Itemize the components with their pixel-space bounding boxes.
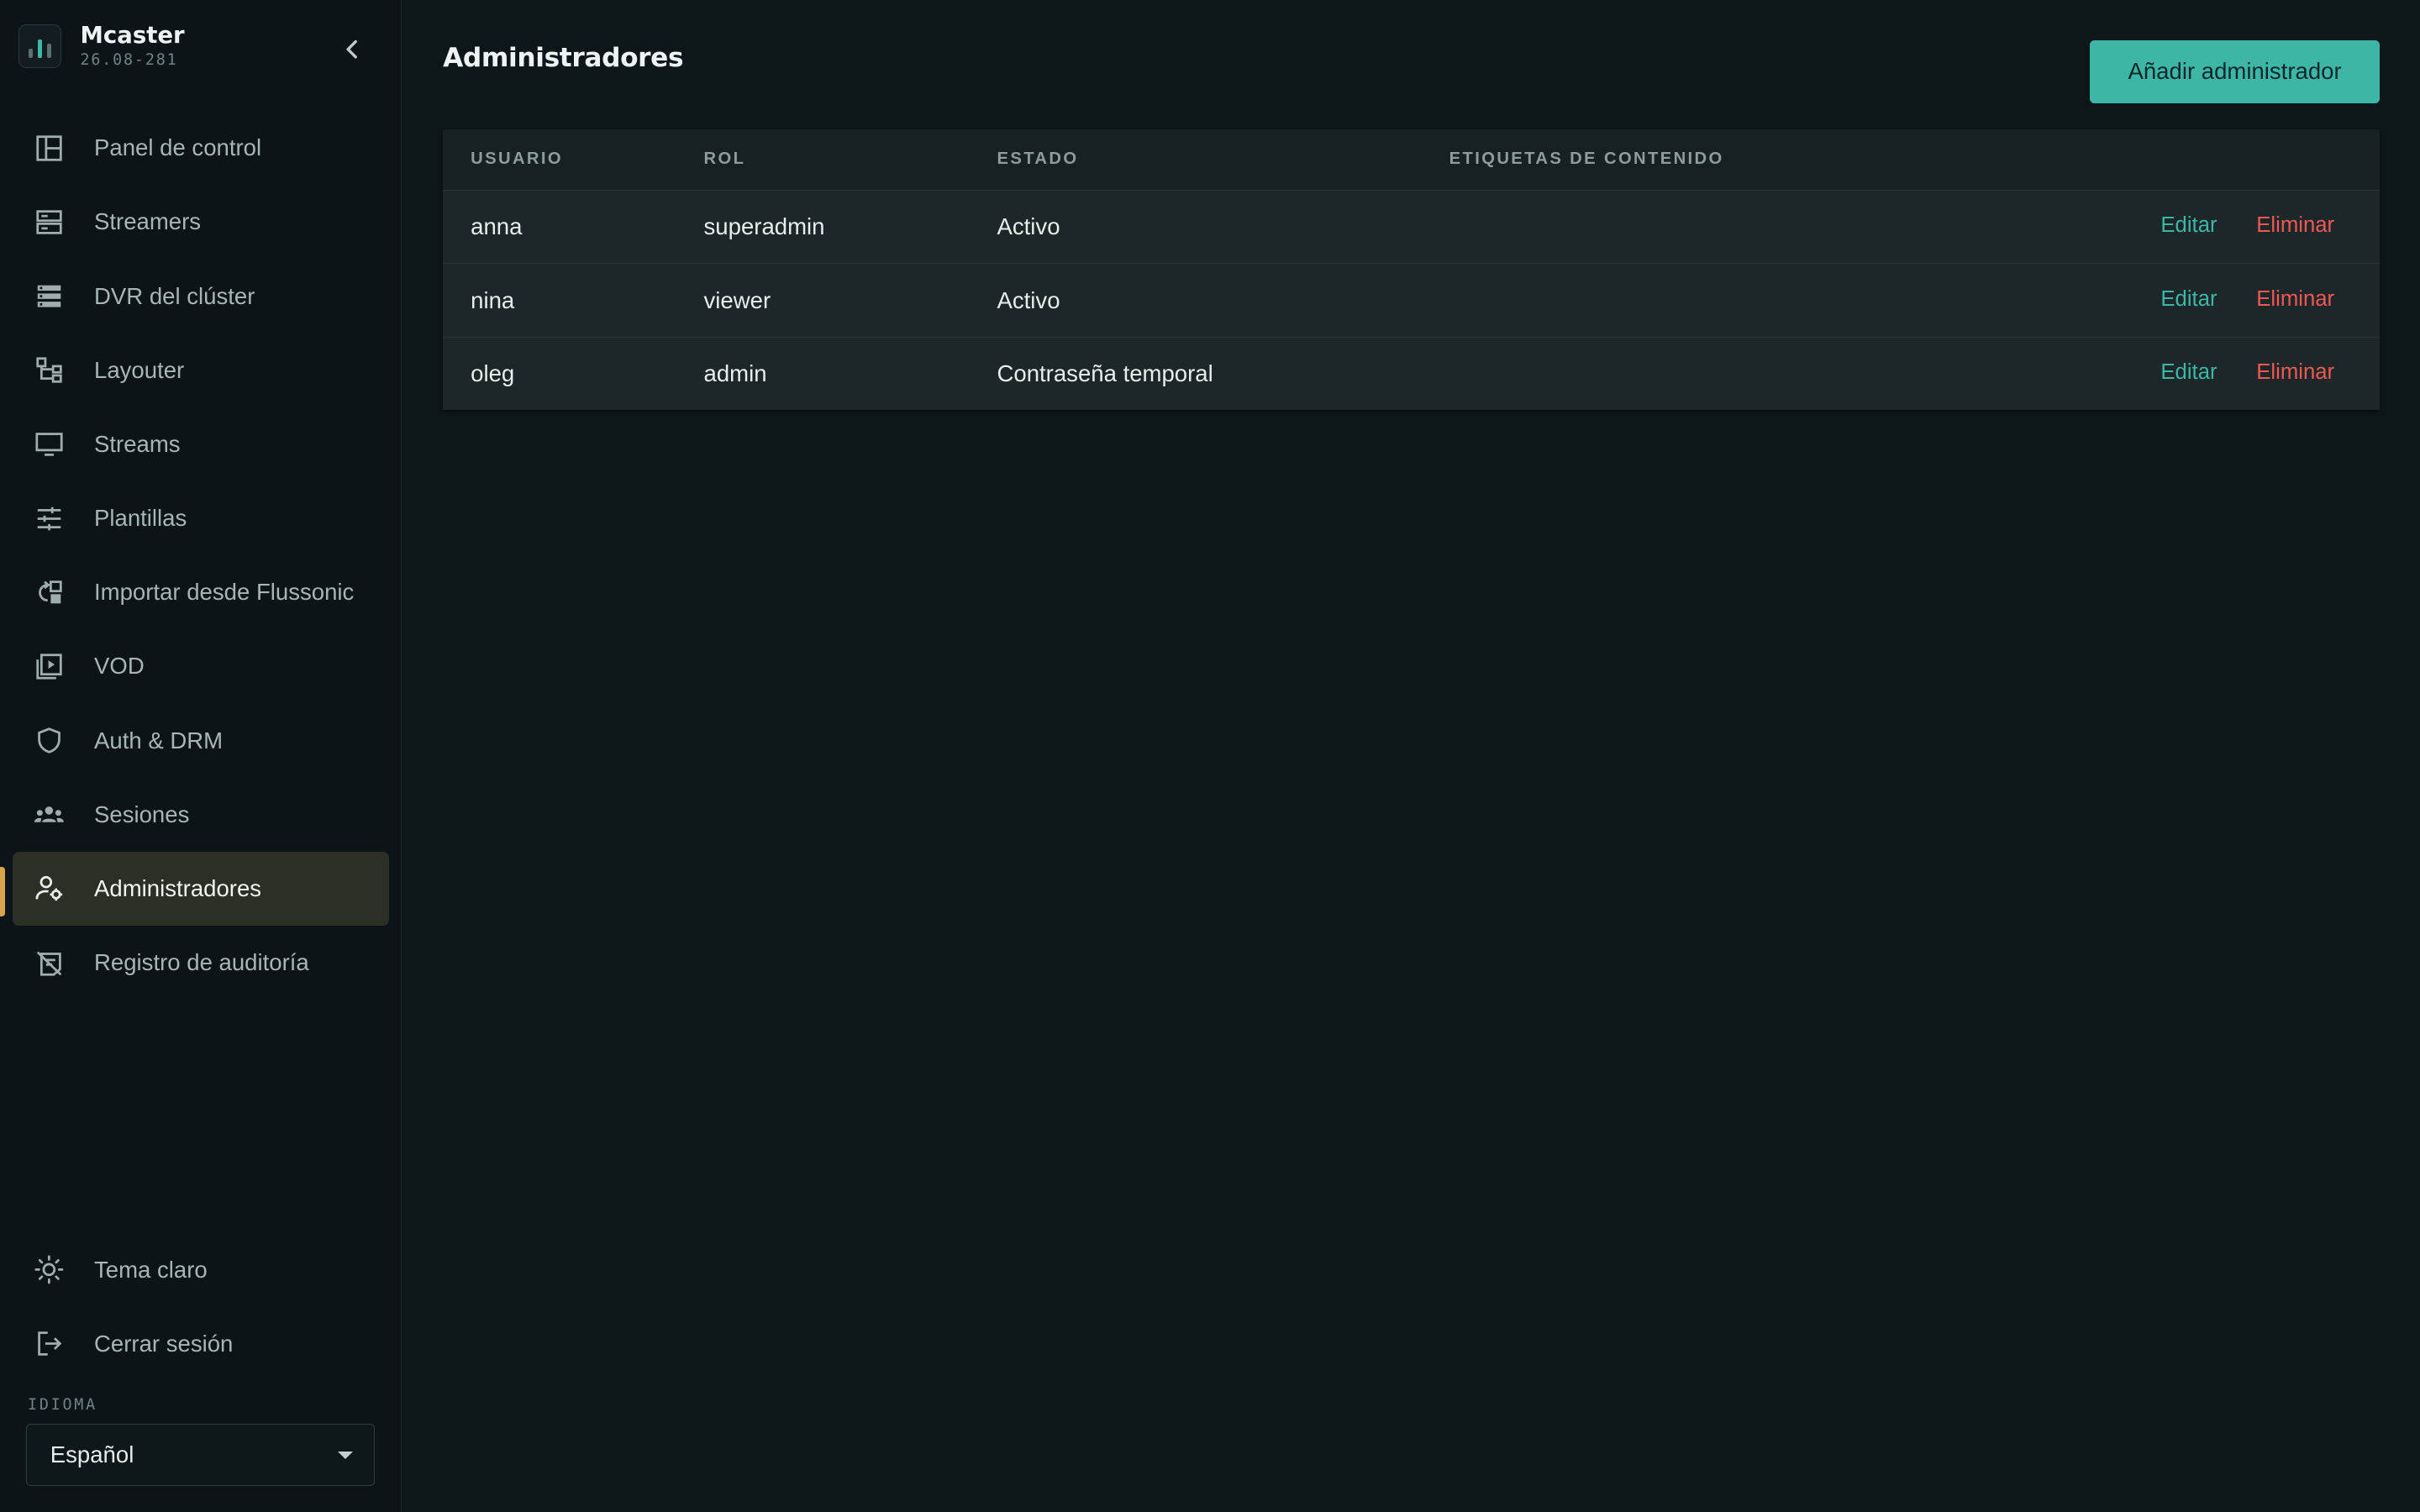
sun-icon <box>34 1254 65 1285</box>
import-icon <box>34 577 65 608</box>
user-gear-icon <box>34 874 65 905</box>
video-library-icon <box>34 651 65 682</box>
sidebar-item-layouter[interactable]: Layouter <box>13 333 389 407</box>
logout-button[interactable]: Cerrar sesión <box>13 1307 389 1381</box>
delete-button[interactable]: Eliminar <box>2256 360 2334 385</box>
collapse-sidebar-button[interactable] <box>334 31 371 68</box>
edit-button[interactable]: Editar <box>2160 360 2217 385</box>
table-row: anna superadmin Activo Editar Eliminar <box>443 190 2381 265</box>
edit-button[interactable]: Editar <box>2160 287 2217 312</box>
app-name: Mcaster <box>80 21 185 49</box>
language-label: IDIOMA <box>28 1396 97 1415</box>
app-root: Mcaster 26.08-281 Panel de control Strea… <box>0 0 2420 1512</box>
shield-icon <box>34 725 65 756</box>
server-icon <box>34 207 65 238</box>
sidebar-item-label: Sesiones <box>94 801 190 827</box>
sidebar-item-streamers[interactable]: Streamers <box>13 185 389 259</box>
theme-toggle-button[interactable]: Tema claro <box>13 1233 389 1307</box>
brand: Mcaster 26.08-281 <box>18 22 185 71</box>
monitor-icon <box>34 429 65 460</box>
brand-text: Mcaster 26.08-281 <box>80 22 184 71</box>
audit-icon <box>34 948 65 979</box>
cell-role: admin <box>703 360 767 387</box>
table-row: nina viewer Activo Editar Eliminar <box>443 264 2381 338</box>
logout-icon <box>34 1328 65 1359</box>
sidebar-item-label: Plantillas <box>94 505 187 532</box>
sidebar-item-label: VOD <box>94 653 145 680</box>
language-select[interactable]: Español <box>26 1424 376 1486</box>
active-nav-marker <box>0 867 5 916</box>
sidebar-item-label: Auth & DRM <box>94 727 224 753</box>
sidebar-item-label: Streams <box>94 430 181 457</box>
language-select-value: Español <box>50 1441 134 1468</box>
column-header-rol: ROL <box>703 150 746 169</box>
cell-status: Contraseña temporal <box>997 360 1213 387</box>
cell-role: viewer <box>703 286 771 313</box>
sidebar-item-label: Registro de auditoría <box>94 949 309 976</box>
sidebar-bottom-nav: Tema claro Cerrar sesión <box>13 1233 389 1381</box>
delete-button[interactable]: Eliminar <box>2256 213 2334 238</box>
sidebar-item-label: Streamers <box>94 208 202 235</box>
delete-button[interactable]: Eliminar <box>2256 287 2334 312</box>
cell-user: nina <box>471 286 515 313</box>
sidebar-item-registro-de-auditoria[interactable]: Registro de auditoría <box>13 926 389 1000</box>
table-header: USUARIO ROL ESTADO ETIQUETAS DE CONTENID… <box>443 129 2381 191</box>
sidebar-item-plantillas[interactable]: Plantillas <box>13 481 389 555</box>
users-icon <box>34 799 65 830</box>
caret-down-icon <box>337 1451 353 1459</box>
sidebar-item-label: Panel de control <box>94 134 262 161</box>
column-header-etiquetas: ETIQUETAS DE CONTENIDO <box>1449 150 1724 169</box>
sidebar-item-label: Cerrar sesión <box>94 1330 234 1357</box>
add-admin-button[interactable]: Añadir administrador <box>2089 39 2381 104</box>
cell-status: Activo <box>997 213 1060 240</box>
cell-role: superadmin <box>703 213 825 240</box>
sidebar-item-panel-de-control[interactable]: Panel de control <box>13 111 389 185</box>
sidebar-item-label: Importar desde Flussonic <box>94 579 355 606</box>
chevron-left-icon <box>346 39 358 59</box>
page-title: Administradores <box>443 43 684 74</box>
sidebar: Mcaster 26.08-281 Panel de control Strea… <box>0 0 402 1512</box>
layout-tree-icon <box>34 354 65 386</box>
storage-icon <box>34 281 65 312</box>
sidebar-nav: Panel de control Streamers DVR del clúst… <box>12 111 389 1000</box>
sliders-icon <box>34 503 65 534</box>
logo-icon <box>18 24 62 68</box>
cell-status: Activo <box>997 286 1060 313</box>
app-version: 26.08-281 <box>80 50 178 69</box>
main-content: Administradores Añadir administrador USU… <box>402 0 2420 1512</box>
edit-button[interactable]: Editar <box>2160 213 2217 238</box>
column-header-usuario: USUARIO <box>471 150 563 169</box>
sidebar-item-dvr-del-cluster[interactable]: DVR del clúster <box>13 260 389 333</box>
admins-table: USUARIO ROL ESTADO ETIQUETAS DE CONTENID… <box>443 129 2381 410</box>
table-row: oleg admin Contraseña temporal Editar El… <box>443 337 2381 410</box>
sidebar-item-auth-drm[interactable]: Auth & DRM <box>13 703 389 777</box>
sidebar-item-label: Tema claro <box>94 1256 208 1283</box>
sidebar-item-streams[interactable]: Streams <box>13 407 389 481</box>
sidebar-item-sesiones[interactable]: Sesiones <box>13 778 389 852</box>
sidebar-item-vod[interactable]: VOD <box>13 629 389 703</box>
sidebar-item-importar-desde-flussonic[interactable]: Importar desde Flussonic <box>13 555 389 629</box>
sidebar-item-label: Administradores <box>94 874 262 901</box>
sidebar-item-label: DVR del clúster <box>94 282 255 309</box>
cell-user: oleg <box>471 360 515 387</box>
dashboard-icon <box>34 133 65 164</box>
cell-user: anna <box>471 213 523 240</box>
column-header-estado: ESTADO <box>997 150 1079 169</box>
sidebar-item-administradores[interactable]: Administradores <box>12 851 389 926</box>
sidebar-item-label: Layouter <box>94 356 185 383</box>
